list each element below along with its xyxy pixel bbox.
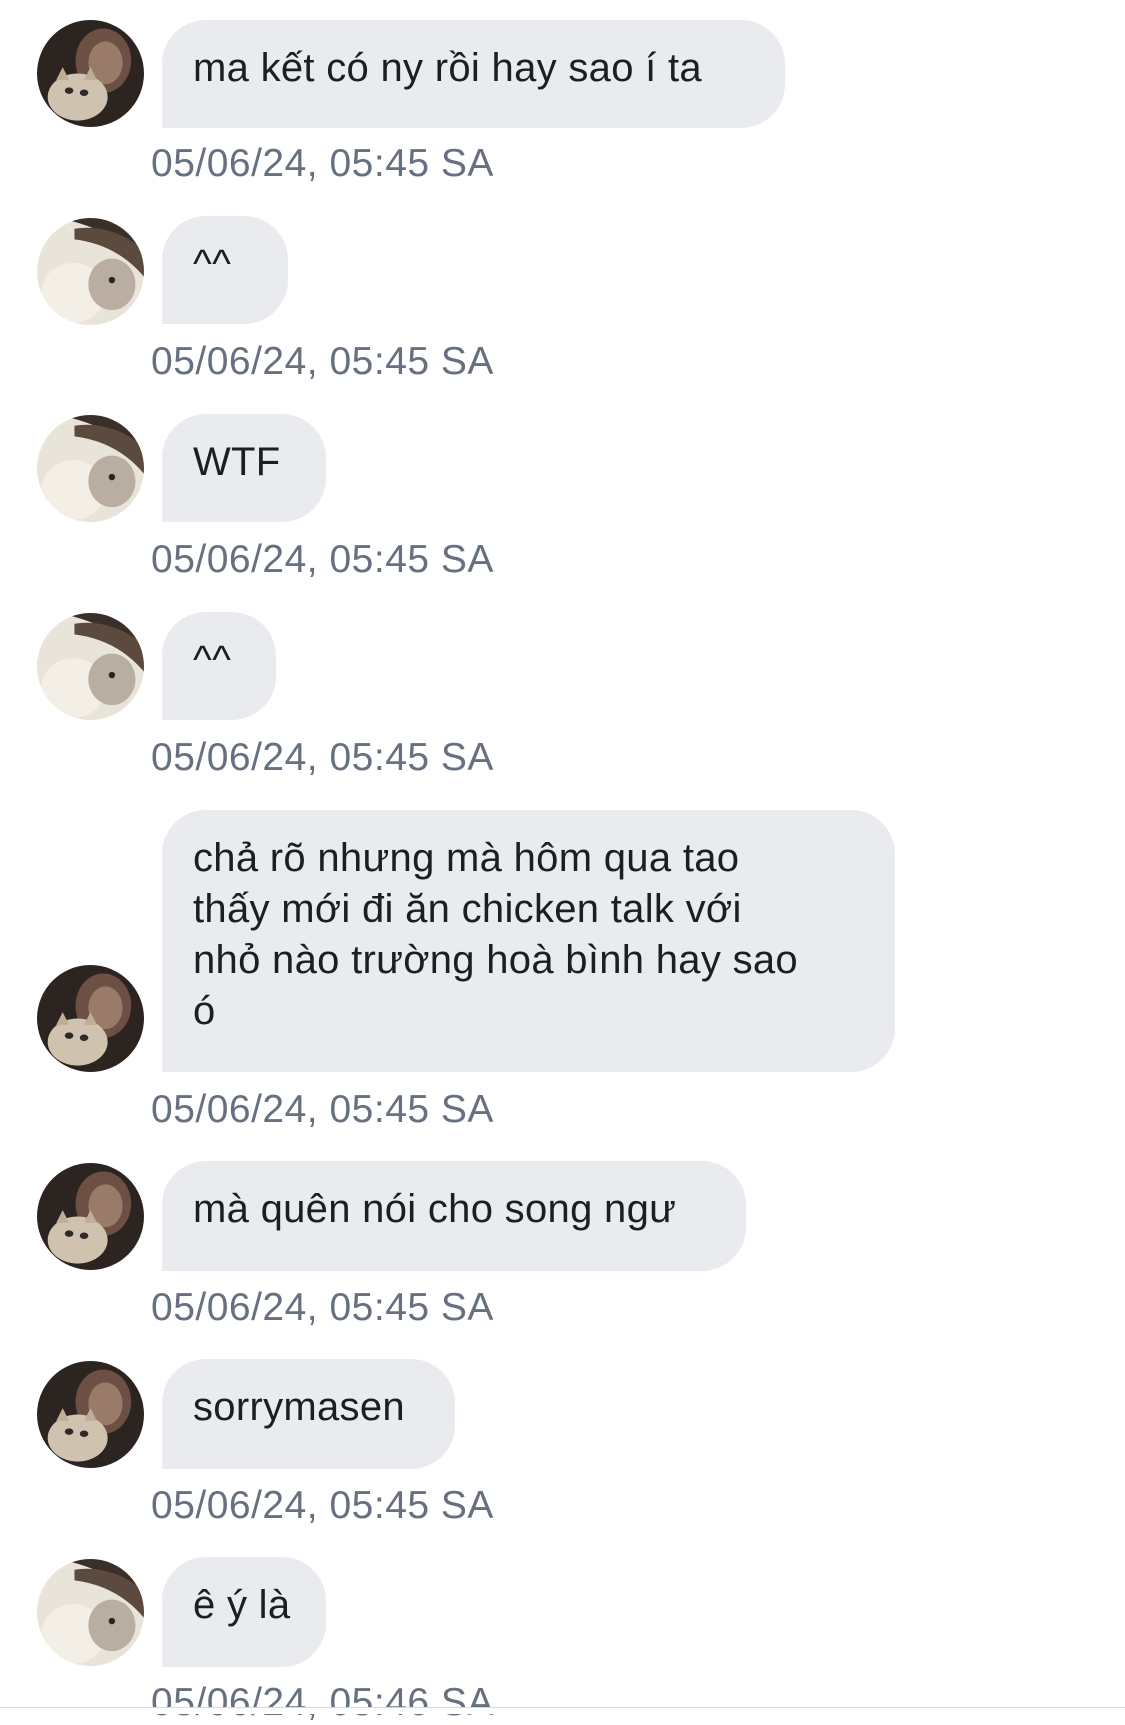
- avatar[interactable]: [37, 415, 144, 522]
- avatar[interactable]: [37, 1361, 144, 1468]
- message-bubble[interactable]: ^^: [162, 612, 276, 720]
- avatar-girl-with-cat-profile-icon: [37, 1559, 144, 1666]
- message-bubble[interactable]: WTF: [162, 414, 326, 522]
- avatar[interactable]: [37, 965, 144, 1072]
- message-timestamp: 05/06/24, 05:46 SA: [151, 1681, 494, 1724]
- avatar-girl-with-cat-profile-icon: [37, 613, 144, 720]
- message-bubble[interactable]: ê ý là: [162, 1557, 326, 1667]
- message-timestamp: 05/06/24, 05:45 SA: [151, 1088, 494, 1131]
- message-thread[interactable]: ma kết có ny rồi hay sao í ta 05/06/24, …: [0, 0, 1125, 1724]
- message-bubble[interactable]: ^^: [162, 216, 288, 324]
- message-timestamp: 05/06/24, 05:45 SA: [151, 1484, 494, 1527]
- avatar[interactable]: [37, 20, 144, 127]
- message-timestamp: 05/06/24, 05:45 SA: [151, 142, 494, 185]
- message-bubble[interactable]: ma kết có ny rồi hay sao í ta: [162, 20, 785, 128]
- avatar-girl-with-cat-profile-icon: [37, 218, 144, 325]
- avatar-girl-with-cat-icon: [37, 1163, 144, 1270]
- message-timestamp: 05/06/24, 05:45 SA: [151, 736, 494, 779]
- avatar[interactable]: [37, 613, 144, 720]
- bottom-edge-divider: [0, 1707, 1125, 1714]
- message-timestamp: 05/06/24, 05:45 SA: [151, 340, 494, 383]
- message-timestamp: 05/06/24, 05:45 SA: [151, 1286, 494, 1329]
- message-bubble[interactable]: mà quên nói cho song ngư: [162, 1161, 746, 1271]
- avatar-girl-with-cat-icon: [37, 1361, 144, 1468]
- avatar[interactable]: [37, 1163, 144, 1270]
- message-timestamp: 05/06/24, 05:45 SA: [151, 538, 494, 581]
- message-bubble[interactable]: sorrymasen: [162, 1359, 455, 1469]
- message-bubble[interactable]: chả rõ nhưng mà hôm qua tao thấy mới đi …: [162, 810, 895, 1072]
- avatar-girl-with-cat-profile-icon: [37, 415, 144, 522]
- avatar[interactable]: [37, 1559, 144, 1666]
- avatar[interactable]: [37, 218, 144, 325]
- avatar-girl-with-cat-icon: [37, 20, 144, 127]
- avatar-girl-with-cat-icon: [37, 965, 144, 1072]
